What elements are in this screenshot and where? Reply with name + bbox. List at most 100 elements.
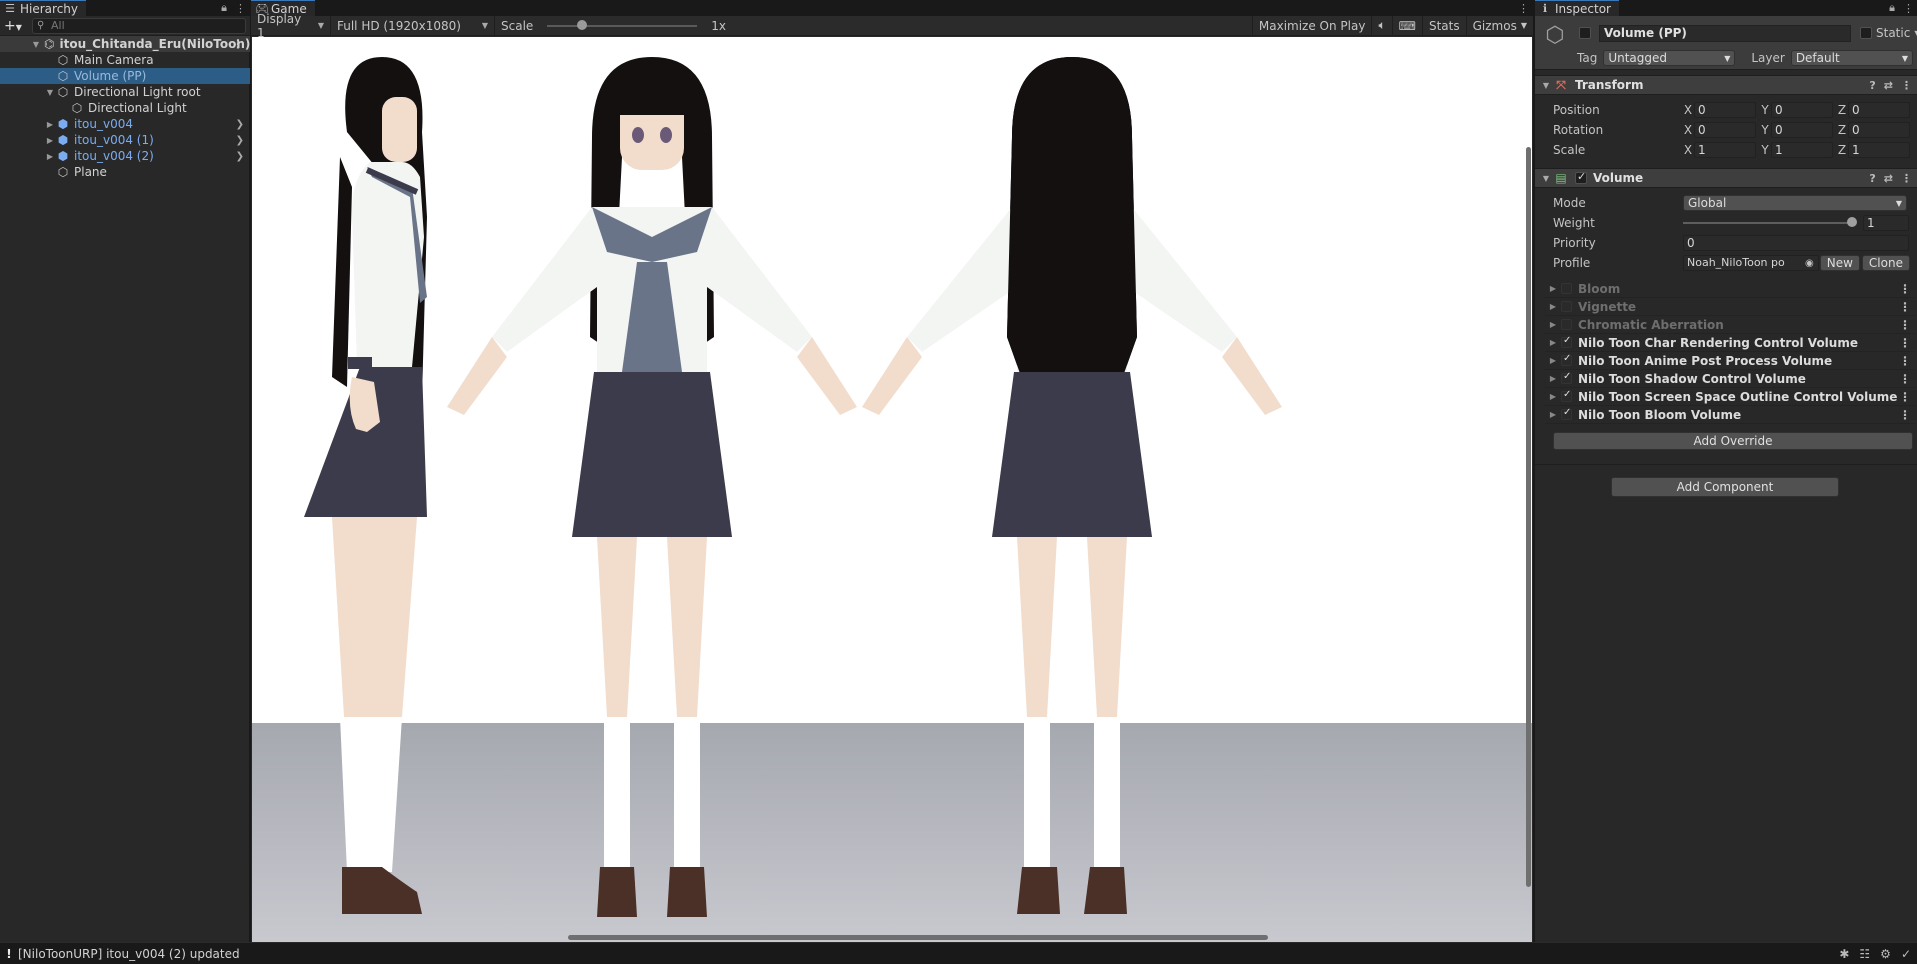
preset-icon[interactable]: ⇄: [1884, 172, 1893, 185]
resolution-dropdown[interactable]: Full HD (1920x1080) ▼: [331, 15, 495, 36]
hierarchy-tab[interactable]: ☰ Hierarchy: [0, 0, 87, 16]
hierarchy-item-itou-v004[interactable]: ▶ ⬢ itou_v004 ❯: [0, 116, 250, 132]
override-checkbox[interactable]: [1561, 283, 1572, 294]
scale-y-field[interactable]: 1: [1771, 142, 1833, 158]
more-icon[interactable]: ⋮: [1899, 300, 1911, 314]
fold-right-icon[interactable]: ▶: [44, 136, 56, 145]
stats-button[interactable]: Stats: [1421, 15, 1466, 36]
more-icon[interactable]: ⋮: [235, 2, 246, 15]
more-icon[interactable]: ⋮: [232, 37, 244, 51]
priority-field[interactable]: 0: [1683, 235, 1909, 251]
create-button[interactable]: +▼: [4, 18, 26, 34]
fold-right-icon[interactable]: ▶: [1545, 410, 1561, 419]
hierarchy-item-itou-v004-2[interactable]: ▶ ⬢ itou_v004 (2) ❯: [0, 148, 250, 164]
fold-right-icon[interactable]: ▶: [1545, 356, 1561, 365]
hierarchy-search-input[interactable]: ⚲ All: [32, 17, 246, 34]
override-char-rendering[interactable]: ▶ Nilo Toon Char Rendering Control Volum…: [1545, 334, 1915, 352]
fold-right-icon[interactable]: ▶: [1545, 284, 1561, 293]
hierarchy-item-directional-light[interactable]: ⬡ Directional Light: [0, 100, 250, 116]
more-icon[interactable]: ⋮: [1899, 408, 1911, 422]
fold-right-icon[interactable]: ▶: [1545, 320, 1561, 329]
hierarchy-item-main-camera[interactable]: ⬡ Main Camera: [0, 52, 250, 68]
status-message[interactable]: [NiloToonURP] itou_v004 (2) updated: [18, 947, 240, 961]
more-icon[interactable]: ⋮: [1518, 2, 1529, 15]
fold-right-icon[interactable]: ▶: [44, 120, 56, 129]
add-override-button[interactable]: Add Override: [1553, 432, 1913, 450]
tag-dropdown[interactable]: Untagged ▼: [1603, 50, 1736, 66]
override-checkbox[interactable]: [1561, 371, 1572, 384]
check-circle-icon[interactable]: ✓: [1901, 947, 1911, 961]
fold-down-icon[interactable]: ▼: [1539, 81, 1553, 90]
weight-slider-knob[interactable]: [1847, 217, 1857, 227]
object-name-field[interactable]: Volume (PP): [1599, 25, 1851, 42]
fold-right-icon[interactable]: ▶: [1545, 338, 1561, 347]
hierarchy-item-volume-pp[interactable]: ⬡ Volume (PP): [0, 68, 250, 84]
more-icon[interactable]: ⋮: [1899, 372, 1911, 386]
scale-z-field[interactable]: 1: [1848, 142, 1910, 158]
position-y-field[interactable]: 0: [1771, 102, 1833, 118]
display-dropdown[interactable]: Display 1 ▼: [251, 12, 331, 40]
horizontal-scrollbar[interactable]: [568, 935, 1268, 940]
gizmos-button[interactable]: Gizmos ▼: [1465, 15, 1533, 36]
chevron-right-icon[interactable]: ❯: [236, 119, 244, 130]
chevron-right-icon[interactable]: ❯: [236, 135, 244, 146]
new-profile-button[interactable]: New: [1819, 255, 1860, 271]
active-checkbox[interactable]: [1579, 27, 1591, 39]
override-checkbox[interactable]: [1561, 407, 1572, 420]
inspector-tab[interactable]: ℹ Inspector: [1535, 0, 1619, 16]
chevron-right-icon[interactable]: ❯: [236, 151, 244, 162]
preset-icon[interactable]: ⇄: [1884, 79, 1893, 92]
fold-right-icon[interactable]: ▶: [1545, 374, 1561, 383]
mode-dropdown[interactable]: Global ▼: [1683, 195, 1907, 211]
layer-dropdown[interactable]: Default ▼: [1790, 50, 1913, 66]
rotation-y-field[interactable]: 0: [1771, 122, 1833, 138]
more-icon[interactable]: ⋮: [1901, 172, 1912, 185]
more-icon[interactable]: ⋮: [1899, 318, 1911, 332]
fold-right-icon[interactable]: ▶: [1545, 392, 1561, 401]
static-checkbox[interactable]: [1860, 27, 1872, 39]
rotation-z-field[interactable]: 0: [1848, 122, 1910, 138]
override-bloom[interactable]: ▶ Bloom ⋮: [1545, 280, 1915, 298]
more-icon[interactable]: ⋮: [1901, 79, 1912, 92]
vertical-scrollbar[interactable]: [1526, 147, 1531, 887]
bug-icon[interactable]: ✱: [1839, 947, 1849, 961]
mute-audio-button[interactable]: 🔈︎: [1371, 15, 1391, 36]
position-z-field[interactable]: 0: [1848, 102, 1910, 118]
override-checkbox[interactable]: [1561, 353, 1572, 366]
override-checkbox[interactable]: [1561, 301, 1572, 312]
lock-icon[interactable]: 🔒︎: [221, 1, 227, 15]
fold-right-icon[interactable]: ▶: [1545, 302, 1561, 311]
override-checkbox[interactable]: [1561, 389, 1572, 402]
hierarchy-item-scene[interactable]: ▼ ⌬ itou_Chitanda_Eru(NiloToon) ⋮: [0, 36, 250, 52]
clone-profile-button[interactable]: Clone: [1861, 255, 1910, 271]
add-component-button[interactable]: Add Component: [1611, 477, 1839, 497]
fold-right-icon[interactable]: ▶: [44, 152, 56, 161]
override-vignette[interactable]: ▶ Vignette ⋮: [1545, 298, 1915, 316]
weight-slider[interactable]: [1683, 217, 1857, 227]
game-viewport[interactable]: [252, 37, 1532, 942]
rotation-x-field[interactable]: 0: [1694, 122, 1756, 138]
help-icon[interactable]: ?: [1869, 172, 1875, 185]
more-icon[interactable]: ⋮: [1899, 390, 1911, 404]
more-icon[interactable]: ⋮: [1899, 354, 1911, 368]
override-bloom-volume[interactable]: ▶ Nilo Toon Bloom Volume ⋮: [1545, 406, 1915, 424]
maximize-on-play-button[interactable]: Maximize On Play: [1251, 15, 1372, 36]
scale-x-field[interactable]: 1: [1694, 142, 1756, 158]
profile-field[interactable]: Noah_NiloToon po: [1683, 255, 1819, 271]
weight-field[interactable]: 1: [1863, 215, 1909, 231]
scale-slider-knob[interactable]: [577, 19, 588, 30]
override-anime-post-process[interactable]: ▶ Nilo Toon Anime Post Process Volume ⋮: [1545, 352, 1915, 370]
shortcuts-button[interactable]: ⌨: [1391, 15, 1422, 36]
override-shadow-control[interactable]: ▶ Nilo Toon Shadow Control Volume ⋮: [1545, 370, 1915, 388]
fold-down-icon[interactable]: ▼: [44, 88, 56, 97]
object-picker-icon[interactable]: ◉: [1805, 258, 1814, 269]
fold-down-icon[interactable]: ▼: [30, 40, 42, 49]
override-checkbox[interactable]: [1561, 335, 1572, 348]
more-icon[interactable]: ⋮: [1899, 336, 1911, 350]
gameobject-icon[interactable]: ⬡: [1543, 24, 1567, 48]
database-icon[interactable]: ☷: [1859, 947, 1870, 961]
help-icon[interactable]: ?: [1869, 79, 1875, 92]
transform-component-header[interactable]: ▼ ⤧ Transform ? ⇄ ⋮: [1535, 75, 1917, 95]
override-chromatic-aberration[interactable]: ▶ Chromatic Aberration ⋮: [1545, 316, 1915, 334]
more-icon[interactable]: ⋮: [1899, 282, 1911, 296]
